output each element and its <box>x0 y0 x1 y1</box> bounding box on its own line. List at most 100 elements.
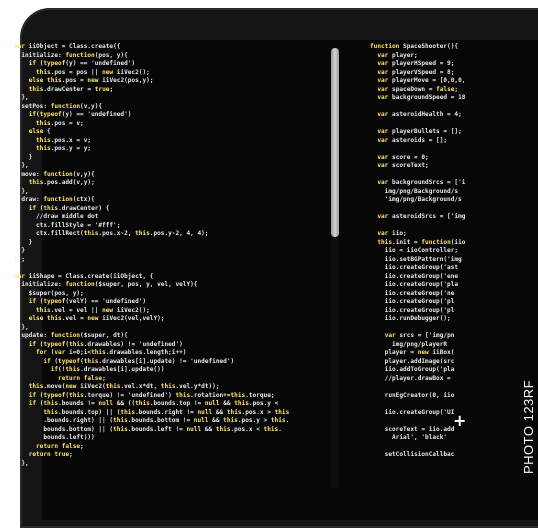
right-code-line: iio.createGroup('UI <box>370 408 455 416</box>
left-code-line: }, <box>14 323 29 331</box>
right-code-line: var playerHSpeed = 9; <box>377 60 455 67</box>
right-code-line: iio = iioController; <box>370 247 459 254</box>
mouse-cursor-icon: + <box>453 411 467 430</box>
left-code-line: this.pos = pos || new iiVec2(); <box>36 68 150 76</box>
right-code-line: var srcs = ['img/pn <box>384 332 455 339</box>
left-code-line: this.pos.x = v; <box>36 136 92 144</box>
left-code-line: $super(pos, y); <box>14 289 84 297</box>
right-code-line: iio.runDebugger(); <box>370 315 451 322</box>
left-code-line: }, <box>14 459 29 467</box>
left-code-line: bounds.bottom) || (this.bounds.left != n… <box>14 425 282 433</box>
right-code-line <box>370 205 530 214</box>
right-code-line: iio.createGroup('ast <box>370 264 459 271</box>
left-code-line: this.drawCenter = true; <box>28 85 114 93</box>
left-code-line: setPos: function(v,y){ <box>14 102 103 110</box>
left-code-line: }, <box>14 187 29 195</box>
right-code-line: img/png/playerR <box>370 340 448 348</box>
left-code-line: }, <box>14 162 29 169</box>
left-code-line: return false; <box>58 374 106 382</box>
right-code-line <box>370 120 530 129</box>
right-code-line: scoreText = iio.add <box>370 425 455 433</box>
editor-pane-left[interactable]: var iiObject = Class.create({ initialize… <box>14 43 324 483</box>
right-code-line: var playerBullets = []; <box>377 128 462 135</box>
right-code-line: player = new iiBox( <box>370 349 455 356</box>
left-code-line: } <box>14 153 33 161</box>
left-code-line: for (var i=0;i<this.drawables.length;i++… <box>36 349 187 356</box>
left-code-line: if (this.bounds != null && ((this.bounds… <box>28 400 279 407</box>
right-code-line: img/png/Background/s <box>370 187 459 195</box>
left-code-line: if (typeof(this.drawables[i].update) != … <box>43 357 235 365</box>
right-code-line: var asteroids = []; <box>377 136 448 144</box>
right-code-line: player.addImage(src <box>370 357 455 365</box>
right-code-line <box>370 324 530 333</box>
right-code-line: 'img/png/Background/s <box>370 196 462 203</box>
left-code-line <box>14 264 324 273</box>
left-code-line: this.pos.add(v,y); <box>28 179 95 186</box>
left-code-line: else { <box>28 128 51 135</box>
left-code-line: initialize: function(pos, y){ <box>14 51 128 59</box>
left-code-line: return true; <box>28 451 73 458</box>
left-code-line: else this.vel = new iiVec2(vel,velY); <box>28 315 165 322</box>
right-code-line: iio.setBGPattern('img <box>370 255 462 263</box>
right-code-line: var player; <box>377 51 418 59</box>
left-code-line: } <box>14 247 26 254</box>
right-code-line: var playerVSpeed = 8; <box>377 68 455 76</box>
right-code-line <box>370 222 530 231</box>
right-code-line: runEgCreator(0, iio <box>370 391 455 399</box>
left-code-line: }, <box>14 94 29 101</box>
left-code-line: this.bounds.top) || (this.bounds.right !… <box>43 408 290 416</box>
right-code-line: var asteroidHealth = 4; <box>377 111 462 118</box>
left-code-line: if (typeof(this.torque) != 'undefined') … <box>28 391 275 399</box>
left-code-line: return false; <box>36 442 84 450</box>
left-code-line: if (this.drawCenter) { <box>28 204 110 212</box>
left-code-line: ctx.fillStyle = '#fff'; <box>14 221 121 229</box>
left-code-line: this.pos.y = y; <box>36 145 92 152</box>
left-code-line: if (typeof(velY) == 'undefined') <box>28 298 147 305</box>
right-code-line: iio.createGroup('pla <box>370 281 459 288</box>
left-code-line: this.vel = vel || new iiVec2(); <box>36 306 150 314</box>
right-code-line <box>370 145 530 154</box>
right-code-line <box>370 400 530 409</box>
left-code-line: ctx.fillRect(this.pos.x-2, this.pos.y-2,… <box>14 230 209 237</box>
editor-pane-right[interactable]: function SpaceShooter(){ var player; var… <box>370 43 530 483</box>
right-code-line: var backgroundSpeed = 18 <box>377 94 466 101</box>
left-code-line: this.move(new iiVec2(this.vel.x*dt, this… <box>28 383 220 390</box>
left-code-line: if(!this.drawables[i].update()) <box>50 366 165 373</box>
right-code-line: iio.createGroup('pl <box>370 298 455 305</box>
left-code-line: var iiShape = Class.create(iiObject, { <box>14 272 154 280</box>
left-code-line: if (typeof(this.drawables) != 'undefined… <box>28 340 183 348</box>
left-code-line: }); <box>14 255 26 263</box>
right-code-line: iio.createGroup('ene <box>370 272 459 280</box>
left-code-line: draw: function(ctx){ <box>14 196 95 203</box>
left-code-line: if(typeof(y) == 'undefined') <box>28 111 132 118</box>
left-code-line: if (typeof(y) == 'undefined') <box>28 60 136 67</box>
left-code-line: .bounds.right) || (this.bounds.bottom !=… <box>14 417 290 424</box>
left-code-line: //draw middle dot <box>14 213 99 220</box>
right-code-line <box>370 171 530 180</box>
right-code-line: function SpaceShooter(){ <box>370 43 459 50</box>
right-code-line: Arial', 'black' <box>370 434 448 441</box>
left-code-line: var iiObject = Class.create({ <box>14 43 121 50</box>
right-code-line: iio.createGroup('ne <box>370 289 455 297</box>
right-code-line: var iio; <box>377 230 407 237</box>
left-code-line: update: function($super, dt){ <box>14 332 128 339</box>
right-code-line: var scoreText; <box>377 162 429 169</box>
left-code-line: else this.pos = new iiVec2(pos,y); <box>28 77 154 84</box>
right-code-line: var spaceDown = false; <box>377 85 459 93</box>
left-code-line: } <box>14 238 33 246</box>
right-code-line: var playerMove = [0,0,0, <box>377 77 466 84</box>
right-code-line: iio.createGroup('pl <box>370 306 455 314</box>
right-code-line: this.init = function(iio <box>377 238 466 246</box>
right-code-line: //player.drawBox = <box>370 374 451 382</box>
right-code-line: var asteroidSrcs = ['img <box>377 213 466 220</box>
right-code-line <box>370 103 530 112</box>
left-code-line: this.pos = v; <box>36 119 84 127</box>
right-code-line <box>370 383 530 392</box>
watermark: PHOTO 123RF <box>521 379 536 474</box>
right-code-line: var score = 0; <box>377 153 429 161</box>
left-code-line: bounds.left))) <box>14 434 95 441</box>
right-code-line <box>370 443 530 452</box>
right-code-line: setCollisionCallbac <box>370 451 455 458</box>
left-code-line: move: function(v,y){ <box>14 170 95 178</box>
scrollbar-thumb[interactable] <box>331 48 339 237</box>
